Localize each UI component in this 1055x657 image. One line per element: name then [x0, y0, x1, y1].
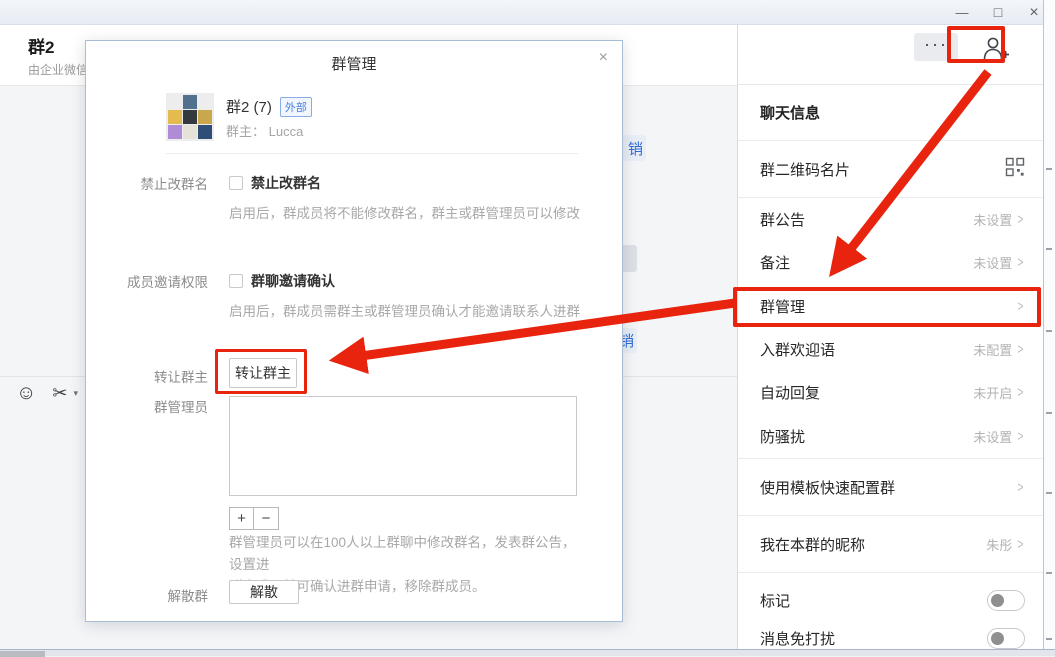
chevron-right-icon: > — [1018, 428, 1024, 445]
sidebar-item-qrcode[interactable]: 群二维码名片 — [738, 141, 1043, 198]
emoji-icon[interactable]: ☺ — [16, 382, 36, 404]
transfer-owner-button[interactable]: 转让群主 — [229, 358, 297, 388]
qrcode-icon — [1005, 157, 1025, 181]
chat-info-sidebar: ··· 聊天信息 群二维码名片 群公告 未设置 — [737, 25, 1043, 650]
chat-title: 群2 — [28, 33, 54, 58]
group-owner: 群主： Lucca — [226, 121, 303, 140]
add-admin-button[interactable]: + — [229, 507, 254, 530]
rename-desc: 启用后，群成员将不能修改群名，群主或群管理员可以修改 — [229, 202, 580, 222]
chevron-right-icon: > — [1018, 254, 1024, 271]
invite-section-label: 成员邀请权限 — [86, 271, 208, 291]
chevron-right-icon: > — [1018, 479, 1024, 496]
taskbar-edge — [0, 649, 1055, 656]
sidebar-item-announcement[interactable]: 群公告 未设置 > — [738, 198, 1043, 241]
caret-down-icon[interactable]: ▾ — [74, 388, 79, 399]
chat-toolbar: ☺ ✂ ▾ — [16, 382, 78, 404]
sidebar-item-anti-harassment[interactable]: 防骚扰 未设置 > — [738, 415, 1043, 458]
chevron-right-icon: > — [1018, 298, 1024, 315]
dialog-title: 群管理 — [86, 53, 622, 74]
chevron-right-icon: > — [1018, 341, 1024, 358]
add-member-icon[interactable] — [981, 34, 1009, 62]
more-button[interactable]: ··· — [914, 33, 958, 61]
external-badge: 外部 — [280, 97, 312, 117]
mark-toggle[interactable] — [987, 590, 1025, 611]
close-icon[interactable]: × — [599, 49, 608, 67]
sidebar-header: 聊天信息 — [738, 85, 1043, 141]
mute-toggle[interactable] — [987, 628, 1025, 649]
group-manage-dialog: 群管理 × 群2 (7) 外部 群主： Lucca 禁止改群名 禁止改群名 启用… — [85, 40, 623, 622]
maximize-icon[interactable]: □ — [987, 0, 1009, 25]
sidebar-item-remark[interactable]: 备注 未设置 > — [738, 241, 1043, 284]
close-icon[interactable]: × — [1023, 0, 1045, 25]
sidebar-item-welcome-message[interactable]: 入群欢迎语 未配置 > — [738, 328, 1043, 371]
invite-desc: 启用后，群成员需群主或群管理员确认才能邀请联系人进群 — [229, 300, 580, 320]
invite-confirm-checkbox[interactable] — [229, 274, 243, 288]
sidebar-item-group-manage[interactable]: 群管理 > — [738, 285, 1043, 328]
admin-list-box[interactable] — [229, 396, 577, 496]
divider — [166, 153, 578, 154]
sidebar-item-mark: 标记 — [738, 581, 1043, 619]
dismiss-group-button[interactable]: 解散 — [229, 580, 299, 604]
dismiss-section-label: 解散群 — [86, 585, 208, 605]
scissors-icon[interactable]: ✂ — [52, 382, 67, 404]
group-name: 群2 (7) — [226, 96, 272, 117]
chevron-right-icon: > — [1018, 536, 1024, 553]
chevron-right-icon: > — [1018, 384, 1024, 401]
sidebar-item-template-config[interactable]: 使用模板快速配置群 > — [738, 459, 1043, 516]
transfer-section-label: 转让群主 — [86, 366, 208, 386]
screen-edge — [1043, 0, 1055, 656]
window-titlebar: — □ × — [0, 0, 1055, 25]
minimize-icon[interactable]: — — [951, 0, 973, 25]
rename-section-label: 禁止改群名 — [86, 173, 208, 193]
sidebar-item-my-nickname[interactable]: 我在本群的昵称 朱彤 > — [738, 516, 1043, 573]
admin-section-label: 群管理员 — [86, 396, 208, 416]
sidebar-top-actions: ··· — [738, 25, 1043, 85]
chevron-right-icon: > — [1018, 211, 1024, 228]
group-avatar — [166, 93, 214, 141]
sidebar-item-auto-reply[interactable]: 自动回复 未开启 > — [738, 371, 1043, 414]
rename-checkbox[interactable] — [229, 176, 243, 190]
remove-admin-button[interactable]: − — [254, 507, 279, 530]
